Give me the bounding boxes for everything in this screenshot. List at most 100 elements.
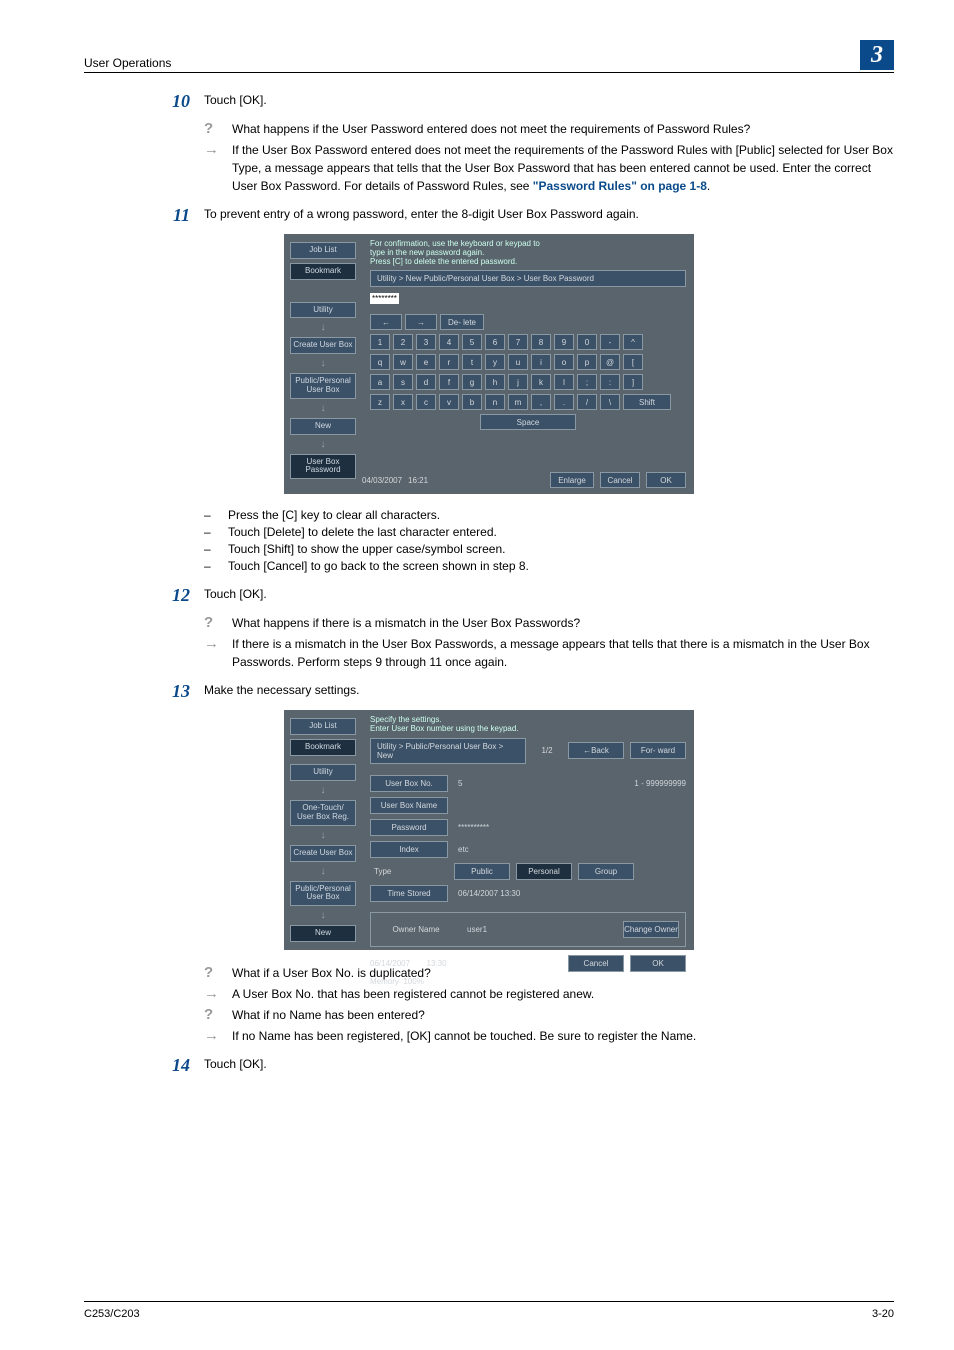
cancel-button[interactable]: Cancel — [568, 955, 624, 972]
key-v[interactable]: v — [439, 394, 459, 410]
key-7[interactable]: 7 — [508, 334, 528, 350]
key-c[interactable]: c — [416, 394, 436, 410]
bookmark-button[interactable]: Bookmark — [290, 263, 356, 280]
ok-button[interactable]: OK — [646, 472, 686, 488]
key-^[interactable]: ^ — [623, 334, 643, 350]
user-box-no-value: 5 — [454, 779, 462, 788]
key-t[interactable]: t — [462, 354, 482, 370]
key-[[interactable]: [ — [623, 354, 643, 370]
key-w[interactable]: w — [393, 354, 413, 370]
key-8[interactable]: 8 — [531, 334, 551, 350]
key-d[interactable]: d — [416, 374, 436, 390]
question-text: What if no Name has been entered? — [232, 1006, 894, 1024]
breadcrumb: Utility > Public/Personal User Box > New — [370, 738, 526, 764]
key-a[interactable]: a — [370, 374, 390, 390]
create-user-box-button[interactable]: Create User Box — [290, 845, 356, 862]
cancel-button[interactable]: Cancel — [600, 472, 640, 488]
one-touch-button[interactable]: One-Touch/ User Box Reg. — [290, 800, 356, 826]
key-9[interactable]: 9 — [554, 334, 574, 350]
key-l[interactable]: l — [554, 374, 574, 390]
key-q[interactable]: q — [370, 354, 390, 370]
new-button[interactable]: New — [290, 418, 356, 435]
type-public[interactable]: Public — [454, 863, 510, 880]
key-j[interactable]: j — [508, 374, 528, 390]
forward-button[interactable]: For- ward — [630, 742, 686, 759]
time-stored-label[interactable]: Time Stored — [370, 885, 448, 902]
key-y[interactable]: y — [485, 354, 505, 370]
step-text: Touch [OK]. — [204, 91, 894, 112]
key-m[interactable]: m — [508, 394, 528, 410]
key-h[interactable]: h — [485, 374, 505, 390]
utility-button[interactable]: Utility — [290, 764, 356, 781]
shift-key[interactable]: Shift — [623, 394, 671, 410]
key-x[interactable]: x — [393, 394, 413, 410]
step-text: Touch [OK]. — [204, 1055, 894, 1076]
question-text: What happens if the User Password entere… — [232, 120, 894, 138]
key-@[interactable]: @ — [600, 354, 620, 370]
down-arrow-icon: ↓ — [290, 785, 356, 796]
user-box-name-label[interactable]: User Box Name — [370, 797, 448, 814]
key-b[interactable]: b — [462, 394, 482, 410]
key-r[interactable]: r — [439, 354, 459, 370]
enlarge-button[interactable]: Enlarge — [550, 472, 594, 488]
instruction-text: For confirmation, use the keyboard or ke… — [370, 240, 686, 266]
ok-button[interactable]: OK — [630, 955, 686, 972]
create-user-box-button[interactable]: Create User Box — [290, 337, 356, 354]
key-o[interactable]: o — [554, 354, 574, 370]
key-p[interactable]: p — [577, 354, 597, 370]
new-button[interactable]: New — [290, 925, 356, 942]
user-box-no-label[interactable]: User Box No. — [370, 775, 448, 792]
step-number: 12 — [164, 585, 204, 606]
change-owner-button[interactable]: Change Owner — [623, 921, 679, 938]
password-input[interactable]: ******** — [370, 293, 399, 304]
key-:[interactable]: : — [600, 374, 620, 390]
key-z[interactable]: z — [370, 394, 390, 410]
type-personal[interactable]: Personal — [516, 863, 572, 880]
type-group[interactable]: Group — [578, 863, 634, 880]
key-2[interactable]: 2 — [393, 334, 413, 350]
job-list-button[interactable]: Job List — [290, 242, 356, 259]
key--[interactable]: - — [600, 334, 620, 350]
key-;[interactable]: ; — [577, 374, 597, 390]
key-,[interactable]: , — [531, 394, 551, 410]
answer-text: If no Name has been registered, [OK] can… — [232, 1027, 894, 1045]
answer-icon: → — [204, 985, 232, 1003]
key-k[interactable]: k — [531, 374, 551, 390]
key-][interactable]: ] — [623, 374, 643, 390]
utility-button[interactable]: Utility — [290, 302, 356, 319]
public-personal-button[interactable]: Public/Personal User Box — [290, 373, 356, 399]
bullet-item: Press the [C] key to clear all character… — [204, 508, 894, 522]
public-personal-button[interactable]: Public/Personal User Box — [290, 881, 356, 907]
key-1[interactable]: 1 — [370, 334, 390, 350]
key-i[interactable]: i — [531, 354, 551, 370]
password-rules-link[interactable]: "Password Rules" on page 1-8 — [533, 179, 707, 193]
answer-icon: → — [204, 635, 232, 671]
space-key[interactable]: Space — [480, 414, 576, 430]
key-s[interactable]: s — [393, 374, 413, 390]
password-label[interactable]: Password — [370, 819, 448, 836]
key-e[interactable]: e — [416, 354, 436, 370]
key-4[interactable]: 4 — [439, 334, 459, 350]
left-arrow-key[interactable]: ← — [370, 314, 402, 330]
job-list-button[interactable]: Job List — [290, 718, 356, 735]
bookmark-button[interactable]: Bookmark — [290, 739, 356, 756]
user-box-password-button[interactable]: User Box Password — [290, 454, 356, 480]
key-6[interactable]: 6 — [485, 334, 505, 350]
key-\[interactable]: \ — [600, 394, 620, 410]
key-/[interactable]: / — [577, 394, 597, 410]
delete-key[interactable]: De- lete — [440, 314, 484, 330]
back-button[interactable]: ←Back — [568, 742, 624, 759]
key-g[interactable]: g — [462, 374, 482, 390]
key-5[interactable]: 5 — [462, 334, 482, 350]
answer-icon: → — [204, 1027, 232, 1045]
key-n[interactable]: n — [485, 394, 505, 410]
down-arrow-icon: ↓ — [290, 322, 356, 333]
key-3[interactable]: 3 — [416, 334, 436, 350]
index-label[interactable]: Index — [370, 841, 448, 858]
key-u[interactable]: u — [508, 354, 528, 370]
key-0[interactable]: 0 — [577, 334, 597, 350]
right-arrow-key[interactable]: → — [405, 314, 437, 330]
question-text: What happens if there is a mismatch in t… — [232, 614, 894, 632]
key-f[interactable]: f — [439, 374, 459, 390]
key-.[interactable]: . — [554, 394, 574, 410]
